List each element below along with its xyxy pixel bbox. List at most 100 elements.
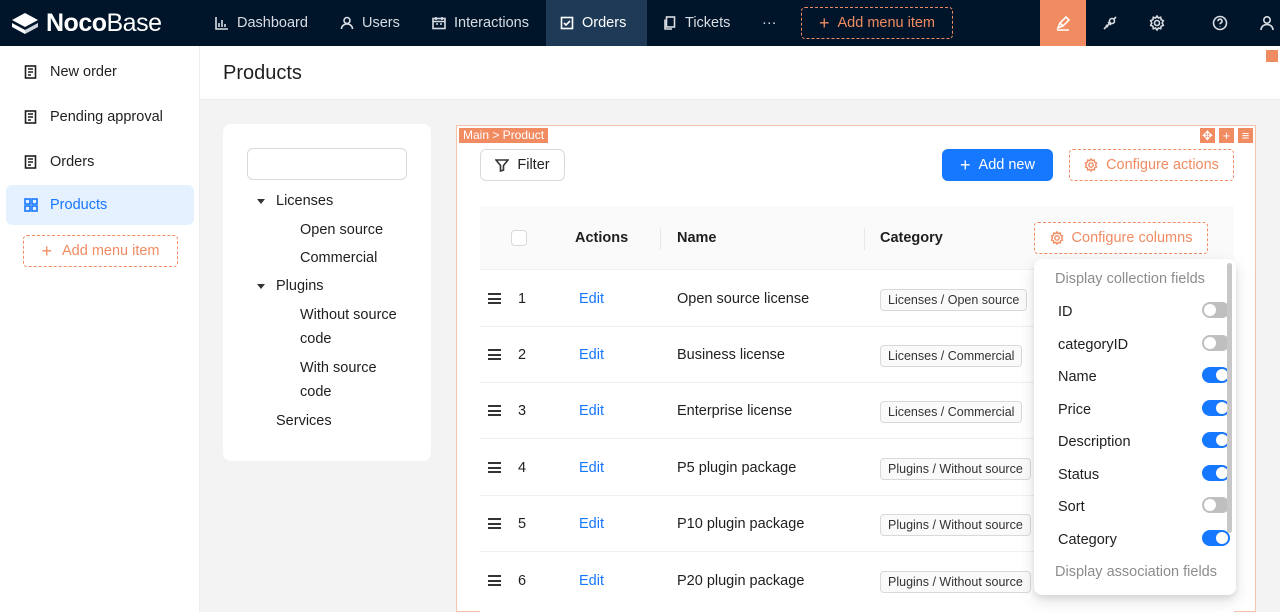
column-toggle-description[interactable]: Description [1058,430,1230,454]
drag-handle-icon[interactable] [488,293,501,304]
tree-node-without-source-code[interactable]: Without source code [300,303,420,351]
category-tag: Licenses / Open source [880,289,1028,311]
category-tag: Licenses / Commercial [880,345,1023,367]
column-toggle-id[interactable]: ID [1058,300,1230,324]
add-new-button[interactable]: + Add new [942,149,1053,181]
menu-icon[interactable] [1266,50,1278,62]
nav-item-label: Tickets [685,15,731,31]
tree-search-input[interactable] [247,148,407,180]
drag-handle-icon[interactable] [488,575,501,586]
configure-actions-button[interactable]: Configure actions [1069,149,1234,181]
toggle-switch[interactable] [1202,497,1230,513]
column-toggle-status[interactable]: Status [1058,463,1230,487]
nav-item-interactions[interactable]: Interactions [418,0,543,46]
tree-node-with-source-code[interactable]: With source code [300,356,400,404]
nav-item-tickets[interactable]: Tickets [649,0,744,46]
edit-link[interactable]: Edit [579,271,604,327]
nav-more-button[interactable]: ··· [748,0,791,46]
column-toggle-category[interactable]: Category [1058,528,1230,552]
column-header-name[interactable]: Name [677,206,717,270]
user-menu-button[interactable] [1244,0,1280,46]
toggle-switch[interactable] [1202,530,1230,546]
add-menu-item-button[interactable]: + Add menu item [801,7,953,39]
nav-item-users[interactable]: Users [326,0,414,46]
edit-link[interactable]: Edit [579,327,604,383]
edit-link[interactable]: Edit [579,383,604,439]
plugins-button[interactable] [1087,0,1133,46]
tree-node-open-source[interactable]: Open source [300,218,383,242]
gear-icon [1050,231,1063,245]
plus-icon: + [41,241,52,261]
add-block-icon[interactable]: + [1219,128,1234,143]
copy-icon [664,16,676,30]
column-toggle-name[interactable]: Name [1058,365,1230,389]
caret-down-icon[interactable] [257,199,265,204]
drag-handle-icon[interactable] [488,349,501,360]
api-icon [1103,16,1117,30]
toggle-switch[interactable] [1202,400,1230,416]
drag-handle-icon[interactable] [488,462,501,473]
sidebar-item-label: Orders [50,154,95,170]
select-all-checkbox[interactable] [511,230,527,246]
category-tag: Plugins / Without source [880,571,1031,593]
dropdown-scrollbar[interactable] [1227,263,1232,533]
drag-handle-icon[interactable]: ✥ [1200,128,1215,143]
drag-handle-icon[interactable] [488,518,501,529]
sidebar-item-label: Products [50,197,108,213]
column-toggle-categoryid[interactable]: categoryID [1058,333,1230,357]
sidebar-item-label: Pending approval [50,109,163,125]
gear-icon [1084,158,1098,172]
add-menu-item-label: Add menu item [61,243,160,259]
tree-node-licenses[interactable]: Licenses [276,189,333,213]
nav-item-dashboard[interactable]: Dashboard [201,0,322,46]
category-tag: Licenses / Commercial [880,401,1023,423]
help-button[interactable] [1197,0,1243,46]
filter-button[interactable]: Filter [480,149,565,181]
ui-editor-button[interactable] [1040,0,1086,46]
tree-node-commercial[interactable]: Commercial [300,246,377,270]
app-logo[interactable]: NocoBase [10,8,162,38]
toggle-switch[interactable] [1202,465,1230,481]
plus-icon: + [818,13,830,33]
toggle-switch[interactable] [1202,335,1230,351]
toggle-switch[interactable] [1202,367,1230,383]
sidebar-add-menu-item-button[interactable]: + Add menu item [23,235,178,267]
gear-icon [1149,15,1165,31]
column-toggle-sort[interactable]: Sort [1058,495,1230,519]
question-circle-icon [1212,15,1228,31]
block-settings-icon[interactable]: ≡ [1238,128,1253,143]
nav-item-label: Users [362,15,400,31]
column-header-actions: Actions [575,230,629,246]
settings-button[interactable] [1134,0,1180,46]
cell-name: Enterprise license [677,403,793,419]
form-icon [24,65,37,79]
toggle-switch[interactable] [1202,302,1230,318]
tree-node-plugins[interactable]: Plugins [276,274,324,298]
appstore-icon [24,198,38,212]
configure-columns-button[interactable]: Configure columns [1034,222,1208,254]
nav-item-orders[interactable]: Orders [546,0,647,46]
row-index: 3 [518,403,527,419]
drag-handle-icon[interactable] [488,405,501,416]
toggle-switch[interactable] [1202,432,1230,448]
sidebar-item-new-order[interactable]: New order [6,52,194,92]
edit-link[interactable]: Edit [579,496,604,552]
category-tag: Plugins / Without source [880,458,1031,480]
side-menu: New order Pending approval Orders Produc… [0,46,200,612]
filter-label: Filter [517,157,550,173]
sidebar-item-pending-approval[interactable]: Pending approval [6,97,194,137]
add-new-label: Add new [978,157,1035,173]
column-toggle-price[interactable]: Price [1058,398,1230,422]
edit-link[interactable]: Edit [579,440,604,496]
nav-item-label: Orders [582,15,627,31]
calendar-icon [432,17,446,30]
user-icon [340,16,354,30]
sidebar-item-products[interactable]: Products [6,185,194,225]
sidebar-item-orders[interactable]: Orders [6,142,194,182]
caret-down-icon[interactable] [257,284,265,289]
edit-link[interactable]: Edit [579,553,604,609]
highlighter-icon [1056,15,1071,31]
column-header-category[interactable]: Category [880,206,943,270]
configure-columns-label: Configure columns [1071,230,1193,246]
tree-node-services[interactable]: Services [276,409,332,433]
